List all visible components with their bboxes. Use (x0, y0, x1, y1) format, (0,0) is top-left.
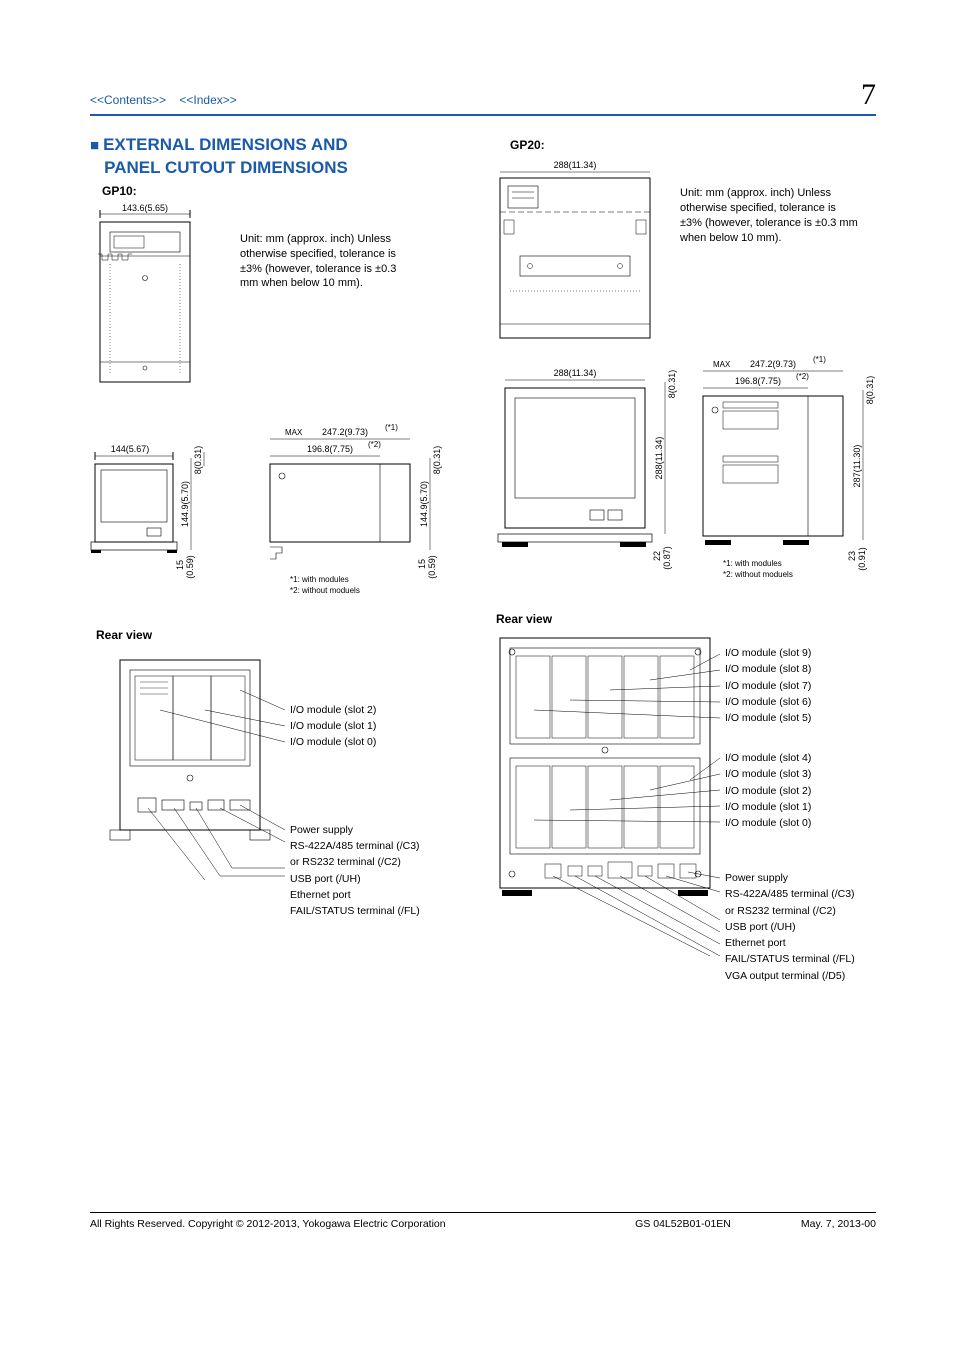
gp20-callout-slot9: I/O module (slot 9) (725, 645, 811, 661)
footer-date: May. 7, 2013-00 (801, 1218, 876, 1230)
gp10-front-drawing: 143.6(5.65) (90, 202, 200, 392)
gp20-callout-eth: Ethernet port (725, 935, 855, 951)
index-link[interactable]: <<Index>> (179, 93, 236, 107)
gp20-label: GP20: (510, 138, 893, 152)
svg-text:247.2(9.73): 247.2(9.73) (750, 359, 796, 369)
gp10-label: GP10: (102, 184, 460, 198)
svg-text:(*2): (*2) (796, 372, 809, 381)
gp20-front-drawing: 288(11.34) 288(11.34) 8(0.31) 22 (0.87) (490, 356, 685, 576)
gp20-callout-slot6: I/O module (slot 6) (725, 694, 811, 710)
page-footer: All Rights Reserved. Copyright © 2012-20… (90, 1212, 876, 1230)
gp20-callout-usb: USB port (/UH) (725, 919, 855, 935)
gp10-callout-eth: Ethernet port (290, 887, 420, 903)
gp10-callout-slot1: I/O module (slot 1) (290, 718, 376, 734)
gp10-callout-power: Power supply (290, 822, 420, 838)
gp20-callout-serial1: RS-422A/485 terminal (/C3) (725, 886, 855, 902)
gp20-front-top-drawing: 288(11.34) (490, 156, 660, 346)
svg-text:*2: without moduels: *2: without moduels (723, 570, 793, 579)
svg-text:144(5.67): 144(5.67) (111, 444, 150, 454)
gp10-unit-note: Unit: mm (approx. inch) Unless otherwise… (240, 232, 410, 291)
svg-text:288(11.34): 288(11.34) (554, 160, 597, 170)
svg-text:15: 15 (417, 559, 427, 569)
gp20-callout-fail: FAIL/STATUS terminal (/FL) (725, 951, 855, 967)
footer-docnum: GS 04L52B01-01EN (635, 1218, 731, 1230)
gp20-callout-slot2: I/O module (slot 2) (725, 783, 811, 799)
gp10-callout-serial1: RS-422A/485 terminal (/C3) (290, 838, 420, 854)
gp10-rear-label: Rear view (96, 628, 460, 642)
svg-text:MAX: MAX (285, 428, 303, 437)
svg-text:8(0.31): 8(0.31) (432, 446, 442, 475)
page-number: 7 (861, 78, 876, 112)
svg-text:8(0.31): 8(0.31) (193, 446, 203, 475)
svg-text:23: 23 (847, 551, 857, 561)
svg-text:(0.59): (0.59) (427, 555, 437, 579)
svg-text:196.8(7.75): 196.8(7.75) (307, 444, 353, 454)
svg-text:MAX: MAX (713, 360, 731, 369)
gp20-callout-slot5: I/O module (slot 5) (725, 710, 811, 726)
gp20-callout-slot4: I/O module (slot 4) (725, 750, 811, 766)
gp10-callout-usb: USB port (/UH) (290, 871, 420, 887)
gp10-depth-drawing: MAX 247.2(9.73) (*1) 196.8(7.75) (*2) 14… (250, 422, 460, 602)
gp20-callout-slot0: I/O module (slot 0) (725, 815, 811, 831)
svg-text:8(0.31): 8(0.31) (667, 370, 677, 399)
footer-copyright: All Rights Reserved. Copyright © 2012-20… (90, 1218, 446, 1230)
gp20-unit-note: Unit: mm (approx. inch) Unless otherwise… (680, 186, 860, 245)
svg-text:15: 15 (175, 560, 185, 570)
svg-text:(*1): (*1) (813, 356, 826, 364)
gp10-callout-serial2: or RS232 terminal (/C2) (290, 854, 420, 870)
svg-text:(0.91): (0.91) (857, 547, 867, 571)
svg-text:22: 22 (652, 551, 662, 561)
svg-text:8(0.31): 8(0.31) (865, 376, 875, 405)
gp20-depth-drawing: MAX 247.2(9.73) (*1) 196.8(7.75) (*2) (693, 356, 893, 586)
gp20-callout-slot1: I/O module (slot 1) (725, 799, 811, 815)
svg-text:144.9(5.70): 144.9(5.70) (419, 481, 429, 527)
contents-link[interactable]: <<Contents>> (90, 93, 166, 107)
svg-text:287(11.30): 287(11.30) (852, 445, 862, 488)
svg-text:(0.87): (0.87) (662, 546, 672, 570)
svg-text:144.9(5.70): 144.9(5.70) (180, 481, 190, 527)
gp20-rear-label: Rear view (496, 612, 893, 626)
svg-text:*1: with modules: *1: with modules (290, 575, 349, 584)
gp10-callout-slot0: I/O module (slot 0) (290, 734, 376, 750)
gp20-callout-serial2: or RS232 terminal (/C2) (725, 903, 855, 919)
svg-text:143.6(5.65): 143.6(5.65) (122, 203, 168, 213)
svg-text:(*2): (*2) (368, 440, 381, 449)
svg-text:(0.59): (0.59) (185, 555, 195, 579)
gp10-callout-fail: FAIL/STATUS terminal (/FL) (290, 903, 420, 919)
gp20-callout-slot3: I/O module (slot 3) (725, 766, 811, 782)
svg-text:288(11.34): 288(11.34) (654, 437, 664, 480)
gp10-callout-slot2: I/O module (slot 2) (290, 702, 376, 718)
svg-text:(*1): (*1) (385, 423, 398, 432)
gp20-callout-slot8: I/O module (slot 8) (725, 661, 811, 677)
gp20-callout-slot7: I/O module (slot 7) (725, 678, 811, 694)
gp20-callout-power: Power supply (725, 870, 855, 886)
svg-text:288(11.34): 288(11.34) (554, 368, 597, 378)
svg-text:196.8(7.75): 196.8(7.75) (735, 376, 781, 386)
svg-text:*2: without moduels: *2: without moduels (290, 586, 360, 595)
page-header: <<Contents>> <<Index>> 7 (90, 78, 876, 116)
gp10-side-drawing: 144(5.67) 144.9(5.70) 8(0.31) 15 (55, 422, 230, 592)
svg-text:*1: with modules: *1: with modules (723, 559, 782, 568)
svg-text:247.2(9.73): 247.2(9.73) (322, 427, 368, 437)
gp20-callout-vga: VGA output terminal (/D5) (725, 968, 855, 984)
section-title: ■EXTERNAL DIMENSIONS AND PANEL CUTOUT DI… (90, 134, 460, 180)
